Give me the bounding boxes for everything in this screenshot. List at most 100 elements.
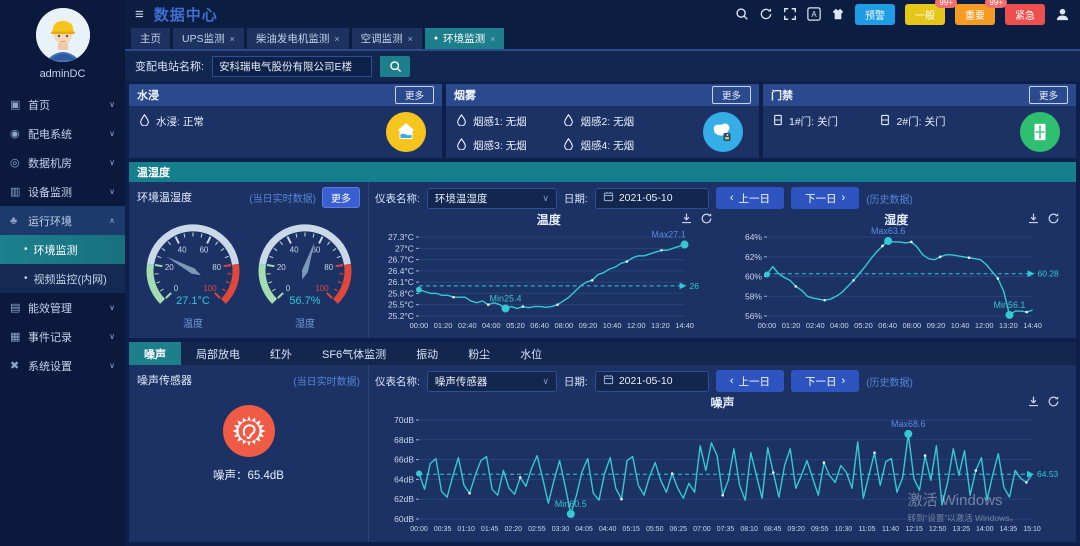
topbar-right: A 预警一般99+ 重要99+ 紧急 bbox=[735, 4, 1070, 25]
svg-text:10:30: 10:30 bbox=[835, 526, 853, 533]
translate-icon[interactable]: A bbox=[807, 7, 821, 21]
sensor-tab-水位[interactable]: 水位 bbox=[505, 342, 557, 365]
bullet-icon: • bbox=[24, 244, 28, 255]
station-name-input[interactable] bbox=[212, 56, 372, 77]
calendar-icon bbox=[603, 191, 614, 205]
svg-text:07:00: 07:00 bbox=[693, 526, 711, 533]
svg-text:05:50: 05:50 bbox=[646, 526, 664, 533]
sensor-tab-噪声[interactable]: 噪声 bbox=[129, 342, 181, 365]
gauges-row: 02040608010027.1°C 温度02040608010056.7% 湿… bbox=[137, 208, 360, 338]
sensor-tab-局部放电[interactable]: 局部放电 bbox=[181, 342, 255, 365]
sidebar-item-数据机房[interactable]: ◎数据机房∨ bbox=[0, 148, 125, 177]
event-log-icon: ▦ bbox=[10, 330, 28, 343]
more-button[interactable]: 更多 bbox=[712, 86, 751, 104]
search-icon[interactable] bbox=[735, 7, 749, 21]
chart-toolbar bbox=[1027, 395, 1060, 408]
svg-text:00:00: 00:00 bbox=[757, 321, 776, 330]
avatar[interactable] bbox=[36, 8, 90, 62]
date-picker[interactable]: 2021-05-10 bbox=[595, 188, 709, 209]
download-icon[interactable] bbox=[680, 212, 693, 225]
status-item: 1#门: 关门 bbox=[773, 114, 876, 129]
reload-icon[interactable] bbox=[1047, 212, 1060, 225]
close-tab-icon[interactable]: × bbox=[334, 34, 339, 44]
search-button[interactable] bbox=[380, 56, 410, 77]
svg-text:12:15: 12:15 bbox=[905, 526, 923, 533]
sensor-tabs: 噪声局部放电红外SF6气体监测振动粉尘水位 bbox=[129, 342, 1076, 365]
status-item: 烟感4: 无烟 bbox=[563, 138, 666, 153]
close-tab-icon[interactable]: × bbox=[230, 34, 235, 44]
menu-toggle-icon[interactable]: ≡ bbox=[135, 6, 144, 23]
sidebar-item-环境监测[interactable]: •环境监测 bbox=[0, 235, 125, 264]
window-tab-空调监测[interactable]: 空调监测× bbox=[352, 28, 422, 49]
alert-button-预警[interactable]: 预警 bbox=[855, 4, 895, 25]
sidebar-item-事件记录[interactable]: ▦事件记录∨ bbox=[0, 322, 125, 351]
svg-text:09:20: 09:20 bbox=[579, 321, 598, 330]
theme-icon[interactable] bbox=[831, 7, 845, 21]
prev-day-button[interactable]: ‹上一日 bbox=[716, 187, 784, 209]
meter-select[interactable]: 噪声传感器∨ bbox=[427, 371, 557, 392]
sidebar-item-系统设置[interactable]: ✖系统设置∨ bbox=[0, 351, 125, 380]
history-data-link[interactable]: (历史数据) bbox=[866, 191, 913, 206]
alert-button-一般[interactable]: 一般99+ bbox=[905, 4, 945, 25]
refresh-icon[interactable] bbox=[759, 7, 773, 21]
svg-text:64.53: 64.53 bbox=[1037, 469, 1059, 479]
close-tab-icon[interactable]: × bbox=[490, 34, 495, 44]
sensor-tab-红外[interactable]: 红外 bbox=[255, 342, 307, 365]
droplet-icon bbox=[456, 138, 467, 153]
window-tab-主页[interactable]: 主页 bbox=[131, 28, 170, 49]
sidebar-item-能效管理[interactable]: ▤能效管理∨ bbox=[0, 293, 125, 322]
svg-text:100: 100 bbox=[315, 284, 329, 293]
status-item: 烟感3: 无烟 bbox=[456, 138, 559, 153]
alert-badge: 99+ bbox=[985, 0, 1007, 8]
fullscreen-icon[interactable] bbox=[783, 7, 797, 21]
temp-humidity-panel-header: 温湿度 bbox=[129, 162, 1076, 182]
svg-text:26: 26 bbox=[690, 281, 700, 291]
alert-button-重要[interactable]: 重要99+ bbox=[955, 4, 995, 25]
more-button[interactable]: 更多 bbox=[1029, 86, 1068, 104]
sidebar-item-视频监控(内网)[interactable]: •视频监控(内网) bbox=[0, 264, 125, 293]
window-tab-UPS监测[interactable]: UPS监测× bbox=[173, 28, 244, 49]
close-tab-icon[interactable]: × bbox=[408, 34, 413, 44]
window-tab-柴油发电机监测[interactable]: 柴油发电机监测× bbox=[247, 28, 349, 49]
noise-big-icon bbox=[223, 405, 275, 457]
prev-day-button[interactable]: ‹上一日 bbox=[716, 370, 784, 392]
download-icon[interactable] bbox=[1027, 212, 1040, 225]
gauge-column-header: 环境温湿度 (当日实时数据) 更多 bbox=[137, 186, 360, 208]
gauge-温度: 02040608010027.1°C 温度 bbox=[137, 217, 249, 330]
sidebar-item-配电系统[interactable]: ◉配电系统∨ bbox=[0, 119, 125, 148]
energy-icon: ▤ bbox=[10, 301, 28, 314]
sidebar-item-设备监测[interactable]: ▥设备监测∨ bbox=[0, 177, 125, 206]
chart-controls: 仪表名称: 环境温湿度∨ 日期: 2021-05-10 ‹上一日 下一日› (历… bbox=[375, 185, 1070, 211]
sensor-tab-SF6气体监测[interactable]: SF6气体监测 bbox=[307, 342, 401, 365]
window-tab-环境监测[interactable]: ●环境监测× bbox=[425, 28, 505, 49]
meter-select[interactable]: 环境温湿度∨ bbox=[427, 188, 557, 209]
history-data-link[interactable]: (历史数据) bbox=[866, 374, 913, 389]
reload-icon[interactable] bbox=[1047, 395, 1060, 408]
sidebar-item-首页[interactable]: ▣首页∨ bbox=[0, 90, 125, 119]
reload-icon[interactable] bbox=[700, 212, 713, 225]
sidebar-menu: ▣首页∨◉配电系统∨◎数据机房∨▥设备监测∨♣运行环境∧•环境监测•视频监控(内… bbox=[0, 90, 125, 546]
next-day-button[interactable]: 下一日› bbox=[791, 370, 859, 392]
more-button[interactable]: 更多 bbox=[395, 86, 434, 104]
topbar: ≡ 数据中心 A预警一般99+重要99+紧急 bbox=[125, 0, 1080, 28]
chevron-left-icon: ‹ bbox=[730, 375, 734, 387]
svg-text:01:20: 01:20 bbox=[434, 321, 453, 330]
chevron-icon: ∨ bbox=[109, 361, 115, 370]
date-picker[interactable]: 2021-05-10 bbox=[595, 371, 709, 392]
humidity-line-chart[interactable]: 64%62%60%58%56%00:0001:2002:4004:0005:20… bbox=[723, 227, 1071, 331]
sidebar-item-运行环境[interactable]: ♣运行环境∧ bbox=[0, 206, 125, 235]
alert-button-紧急[interactable]: 紧急 bbox=[1005, 4, 1045, 25]
gauge-dial: 02040608010056.7% bbox=[249, 217, 361, 313]
download-icon[interactable] bbox=[1027, 395, 1040, 408]
next-day-button[interactable]: 下一日› bbox=[791, 187, 859, 209]
chart-controls: 仪表名称: 噪声传感器∨ 日期: 2021-05-10 ‹上一日 下一日› (历… bbox=[375, 368, 1070, 394]
temperature-line-chart[interactable]: 27.3°C27°C26.7°C26.4°C26.1°C25.8°C25.5°C… bbox=[375, 227, 723, 331]
svg-text:00:00: 00:00 bbox=[410, 321, 429, 330]
sensor-tab-振动[interactable]: 振动 bbox=[401, 342, 453, 365]
user-icon[interactable] bbox=[1055, 7, 1070, 22]
noise-line-chart[interactable]: 70dB68dB66dB64dB62dB60dB00:0000:3501:100… bbox=[375, 410, 1070, 534]
svg-text:01:20: 01:20 bbox=[781, 321, 800, 330]
more-button[interactable]: 更多 bbox=[322, 187, 360, 208]
panel-header: 烟雾 更多 bbox=[446, 84, 759, 106]
sensor-tab-粉尘[interactable]: 粉尘 bbox=[453, 342, 505, 365]
